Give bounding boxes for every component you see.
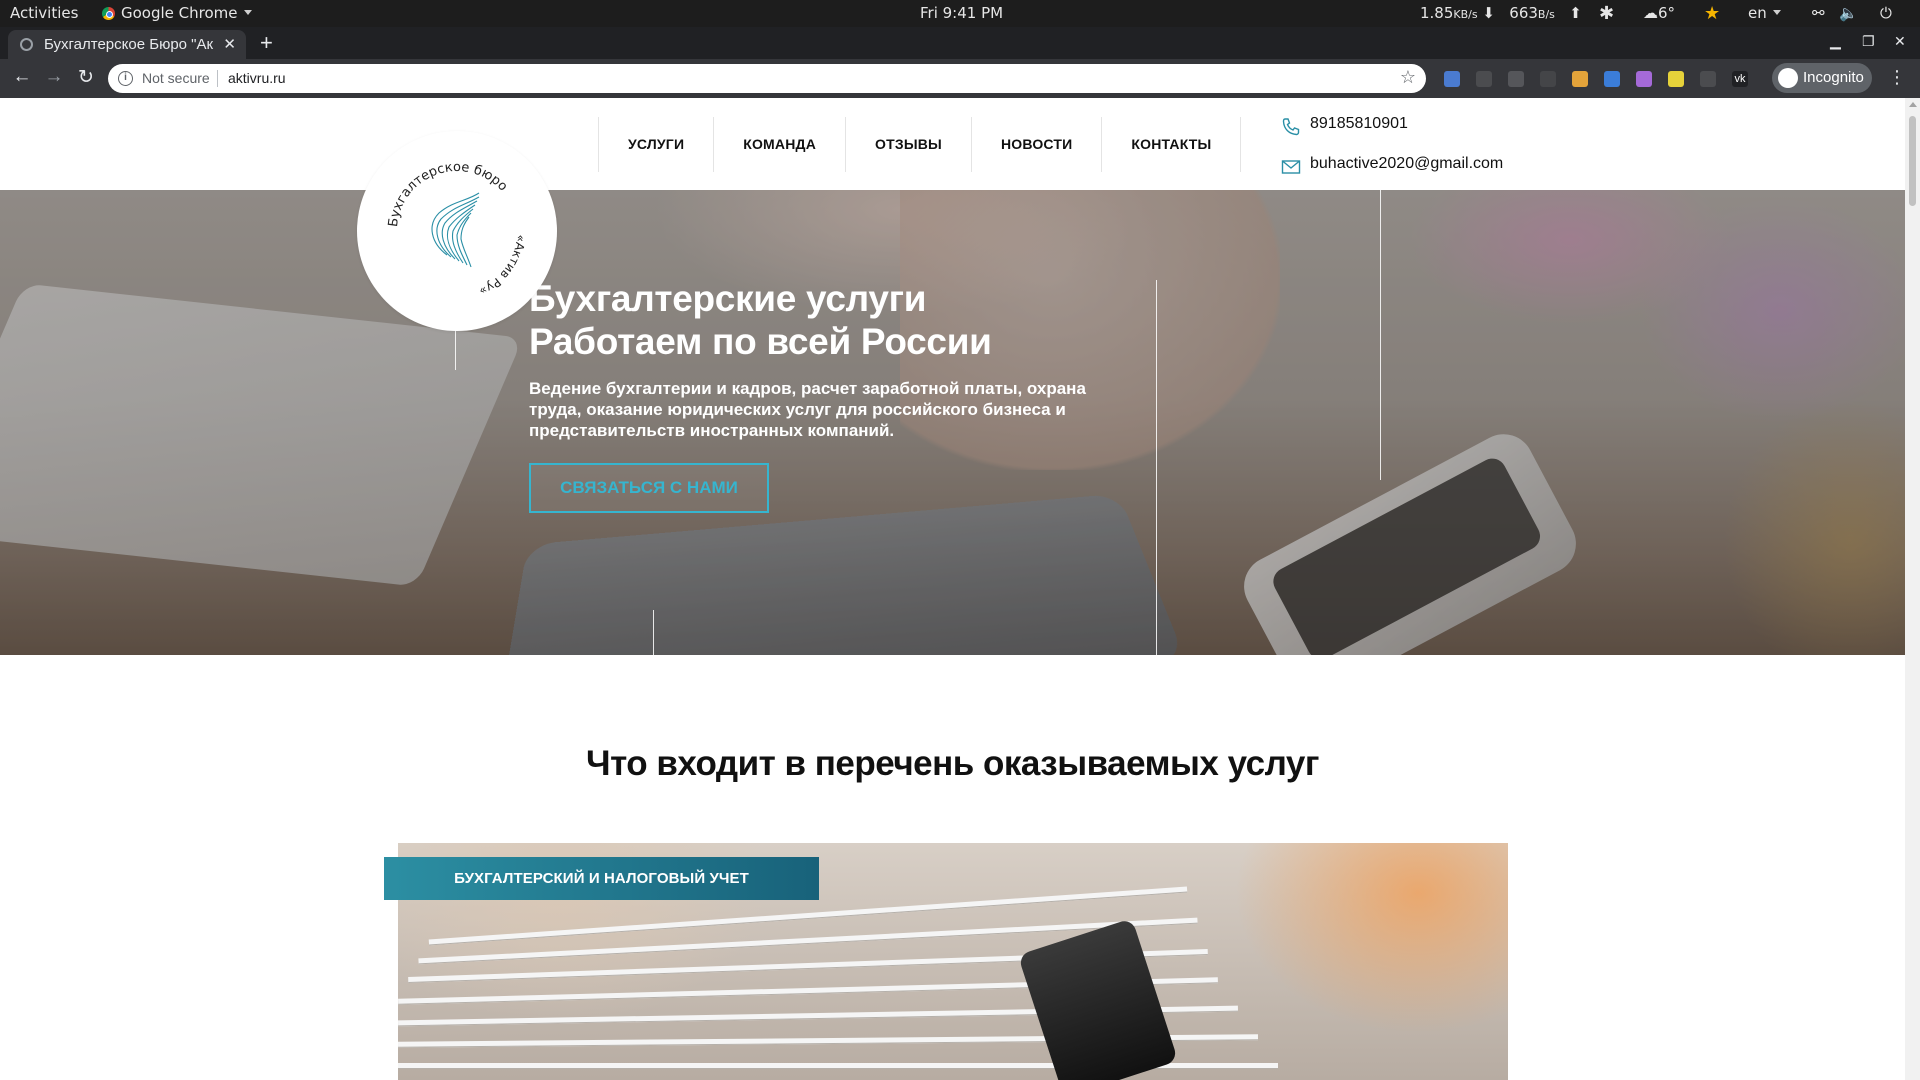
svg-text:Бухгалтерское бюро: Бухгалтерское бюро <box>386 160 510 228</box>
hero-title-line1: Бухгалтерские услуги <box>529 278 927 319</box>
browser-toolbar: ← → ↻ i Not secure aktivru.ru ☆ vk Incog… <box>0 59 1920 98</box>
volume-icon[interactable]: 🔈 <box>1839 0 1858 27</box>
svg-text:«Актив Ру»: «Актив Ру» <box>477 234 528 298</box>
arrow-down-icon: ⬇ <box>1482 4 1495 22</box>
net-up-unit: B/s <box>1537 8 1555 21</box>
restore-icon[interactable]: ❐ <box>1862 33 1875 50</box>
chevron-down-icon <box>243 10 252 15</box>
browser-menu-icon[interactable]: ⋮ <box>1888 67 1906 88</box>
hero-title-line2: Работаем по всей России <box>529 321 992 362</box>
browser-tab[interactable]: Бухгалтерское Бюро "Ак ✕ <box>8 30 246 59</box>
tab-strip: Бухгалтерское Бюро "Ак ✕ + ▁ ❐ ✕ <box>0 27 1920 59</box>
extension-icon[interactable] <box>1572 71 1588 87</box>
net-down-value: 1.85 <box>1420 4 1454 22</box>
minimize-icon[interactable]: ▁ <box>1830 33 1841 50</box>
bookmark-star-icon[interactable]: ☆ <box>1400 67 1416 88</box>
extension-icon[interactable] <box>1668 71 1684 87</box>
translate-extension-icon[interactable] <box>1444 71 1460 87</box>
hero-title: Бухгалтерские услуги Работаем по всей Ро… <box>529 277 992 363</box>
lang-label: en <box>1748 4 1767 22</box>
security-label[interactable]: Not secure <box>142 70 210 86</box>
decor-line <box>653 610 654 655</box>
chevron-down-icon <box>1772 10 1781 15</box>
star-icon[interactable]: ★ <box>1704 0 1720 27</box>
phone-number: 89185810901 <box>1310 115 1408 132</box>
nav-item-team[interactable]: КОМАНДА <box>713 117 845 172</box>
chrome-icon <box>102 7 115 20</box>
close-tab-icon[interactable]: ✕ <box>223 35 236 53</box>
extension-icon[interactable] <box>1540 71 1556 87</box>
scroll-thumb[interactable] <box>1909 116 1916 206</box>
extension-icon[interactable] <box>1476 71 1492 87</box>
site-header: УСЛУГИ КОМАНДА ОТЗЫВЫ НОВОСТИ КОНТАКТЫ 8… <box>0 98 1905 190</box>
app-name: Google Chrome <box>121 4 238 22</box>
scroll-up-icon[interactable] <box>1909 102 1917 107</box>
app-menu[interactable]: Google Chrome <box>102 0 252 27</box>
activities-button[interactable]: Activities <box>10 0 78 27</box>
system-top-bar: Activities Google Chrome Fri 9:41 PM 1.8… <box>0 0 1920 27</box>
decor-line <box>1156 280 1157 655</box>
info-icon[interactable]: i <box>118 71 133 86</box>
net-down-unit: KB/s <box>1453 8 1478 21</box>
hero-description: Ведение бухгалтерии и кадров, расчет зар… <box>529 379 1086 440</box>
email-address: buhactive2020@gmail.com <box>1310 155 1504 172</box>
separator <box>217 70 218 87</box>
cloud-icon: ☁ <box>1643 4 1658 22</box>
page-scrollbar[interactable] <box>1905 98 1920 1080</box>
logo-text-side: «Актив Ру» <box>477 234 528 298</box>
hero-section: Бухгалтерские услуги Работаем по всей Ро… <box>0 190 1905 655</box>
weather-temp: 6° <box>1658 4 1676 22</box>
nav-item-reviews[interactable]: ОТЗЫВЫ <box>845 117 971 172</box>
address-bar[interactable]: i Not secure aktivru.ru ☆ <box>108 64 1426 93</box>
web-page: УСЛУГИ КОМАНДА ОТЗЫВЫ НОВОСТИ КОНТАКТЫ 8… <box>0 98 1905 1080</box>
tab-title: Бухгалтерское Бюро "Ак <box>44 36 214 53</box>
nav-item-services[interactable]: УСЛУГИ <box>598 117 713 172</box>
site-logo[interactable]: Бухгалтерское бюро «Актив Ру» <box>357 131 557 331</box>
contact-us-button[interactable]: СВЯЗАТЬСЯ С НАМИ <box>529 463 769 513</box>
power-icon[interactable]: ⏻ <box>1880 0 1892 27</box>
arrow-up-icon: ⬆ <box>1569 4 1582 22</box>
network-speed: 1.85KB/s ⬇ 663B/s ⬆ <box>1420 0 1582 27</box>
url-text[interactable]: aktivru.ru <box>228 70 286 86</box>
logo-text-top: Бухгалтерское бюро <box>386 160 510 228</box>
slack-icon[interactable]: ✱ <box>1599 0 1614 27</box>
services-heading: Что входит в перечень оказываемых услуг <box>586 744 1319 783</box>
wave-mark-icon <box>431 192 480 268</box>
favicon-icon <box>20 38 33 51</box>
weather-indicator[interactable]: ☁6° <box>1643 0 1675 27</box>
mail-icon <box>1281 160 1301 174</box>
logo-graphic: Бухгалтерское бюро «Актив Ру» <box>386 160 528 298</box>
incognito-profile-button[interactable]: Incognito <box>1772 63 1872 93</box>
extension-icon[interactable] <box>1636 71 1652 87</box>
extension-icon[interactable] <box>1604 71 1620 87</box>
reload-icon[interactable]: ↻ <box>74 66 98 89</box>
new-tab-button[interactable]: + <box>260 30 273 56</box>
decor-line <box>1380 190 1381 480</box>
clock[interactable]: Fri 9:41 PM <box>920 0 1003 27</box>
back-icon[interactable]: ← <box>10 66 34 88</box>
main-nav: УСЛУГИ КОМАНДА ОТЗЫВЫ НОВОСТИ КОНТАКТЫ <box>598 117 1242 172</box>
forward-icon[interactable]: → <box>42 66 66 88</box>
net-up-value: 663 <box>1509 4 1538 22</box>
close-window-icon[interactable]: ✕ <box>1894 33 1906 50</box>
phone-icon <box>1282 118 1300 136</box>
nav-item-news[interactable]: НОВОСТИ <box>970 117 1101 172</box>
extension-icon[interactable] <box>1508 71 1524 87</box>
incognito-icon <box>1778 68 1798 88</box>
service-card-label[interactable]: БУХГАЛТЕРСКИЙ И НАЛОГОВЫЙ УЧЕТ <box>384 857 819 900</box>
keyboard-layout[interactable]: en <box>1748 0 1781 27</box>
extension-icon[interactable] <box>1700 71 1716 87</box>
network-icon[interactable]: ⚯ <box>1812 0 1825 27</box>
nav-item-contacts[interactable]: КОНТАКТЫ <box>1101 117 1242 172</box>
vk-extension-icon[interactable]: vk <box>1732 71 1748 87</box>
profile-label: Incognito <box>1803 69 1864 86</box>
binder-clip <box>1017 918 1179 1080</box>
